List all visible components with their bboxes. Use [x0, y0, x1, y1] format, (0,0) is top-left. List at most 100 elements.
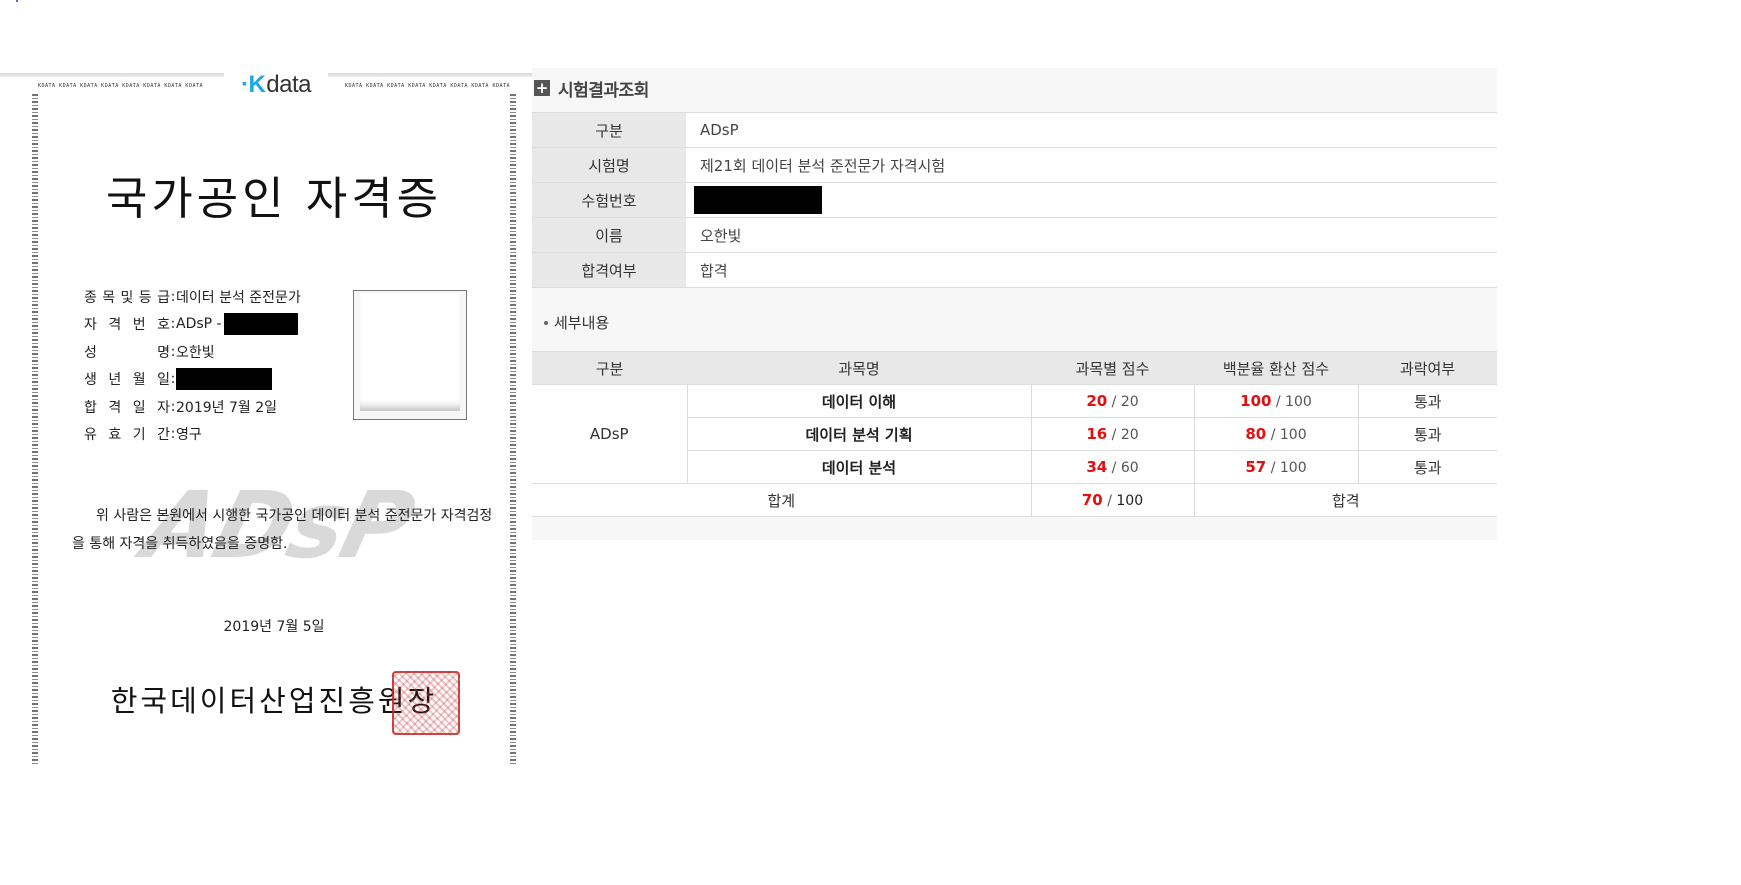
column-header: 과락여부	[1358, 351, 1497, 385]
subject-score: 20 / 20	[1030, 384, 1194, 418]
total-row: 합계 70 / 100 합격	[532, 483, 1497, 517]
score-separator: /	[1102, 493, 1117, 509]
certificate-info: 종 목 및 등 급: 데이터 분석 준전문가 자 격 번 호: ADsP - 성 명: 오한빛 생 년 월 일: 합…	[84, 283, 344, 448]
info-label: 시험명	[532, 147, 686, 183]
category-cell: ADsP	[532, 384, 687, 484]
label-char: 호	[157, 317, 170, 334]
kdata-logo-text: data	[266, 71, 312, 98]
certificate-field-label: 생년월일	[84, 369, 170, 389]
score-separator: /	[1107, 460, 1121, 476]
subject-name: 데이터 이해	[686, 384, 1031, 418]
score-separator: /	[1266, 460, 1280, 476]
pass-status: 통과	[1357, 450, 1497, 484]
label-char: 기	[132, 427, 146, 444]
certificate-field: 종 목 및 등 급: 데이터 분석 준전문가	[84, 283, 344, 311]
score-value: 34	[1086, 458, 1108, 476]
label-char: 목	[102, 289, 116, 306]
table-row: ADsP 데이터 이해 20 / 20 100 / 100 통과	[532, 384, 1497, 484]
percentage-score: 80 / 100	[1193, 417, 1358, 451]
column-header: 구분	[532, 351, 687, 385]
info-label: 구분	[532, 112, 686, 148]
field-value-text: 오한빛	[176, 344, 215, 361]
column-header: 백분율 환산 점수	[1194, 351, 1358, 385]
certificate-field-label: 합격일자	[84, 397, 170, 417]
kdata-logo-icon: ·K	[240, 71, 266, 98]
top-dot	[16, 0, 18, 2]
score-value: 20	[1086, 392, 1108, 410]
percentage-score: 100 / 100	[1193, 384, 1358, 418]
info-row: 수험번호	[532, 182, 1497, 218]
certificate-field-label: 종목및등급	[84, 287, 170, 307]
certificate-field-label: 유효기간	[84, 424, 170, 444]
label-char: 유	[84, 427, 97, 444]
score-separator: /	[1271, 394, 1286, 410]
certificate-field-value: 2019년 7월 2일	[176, 397, 277, 417]
border-strip-right: KDATA KDATA KDATA KDATA KDATA KDATA KDAT…	[345, 83, 510, 89]
percentage-score: 57 / 100	[1193, 450, 1358, 484]
label-char: 자	[157, 399, 170, 416]
score-max: 100	[1116, 493, 1144, 509]
detail-title-text: 세부내용	[554, 314, 610, 332]
score-max: 100	[1279, 460, 1307, 476]
score-value: 80	[1245, 425, 1267, 443]
info-value-text: ADsP	[700, 121, 739, 139]
info-label: 이름	[532, 217, 686, 253]
subject-name: 데이터 분석	[686, 450, 1031, 484]
certificate-field-label: 성명	[84, 342, 170, 362]
label-char: 번	[132, 317, 146, 334]
info-value-text: 오한빛	[700, 226, 742, 245]
score-value: 100	[1240, 392, 1272, 410]
label-char: 효	[108, 427, 122, 444]
info-table: 구분 ADsP 시험명 제21회 데이터 분석 준전문가 자격시험수험번호 이름 오한빛합…	[532, 112, 1497, 288]
column-header: 과목별 점수	[1031, 351, 1194, 385]
results-header: + 시험결과조회	[532, 68, 649, 108]
info-value: 제21회 데이터 분석 준전문가 자격시험	[686, 147, 1497, 183]
photo-redacted	[360, 293, 460, 411]
label-char: 종	[84, 289, 97, 306]
certificate-field-value	[176, 368, 272, 391]
info-value-text: 제21회 데이터 분석 준전문가 자격시험	[700, 156, 946, 175]
label-char: 일	[157, 372, 170, 389]
score-max: 100	[1285, 394, 1312, 410]
label-char: 및	[120, 289, 134, 306]
score-max: 20	[1120, 427, 1139, 443]
score-max: 20	[1120, 394, 1139, 410]
label-char: 급	[157, 289, 170, 306]
certificate-field-value: 영구	[176, 424, 202, 444]
official-seal	[392, 671, 460, 735]
field-value-text: 영구	[176, 427, 202, 444]
redacted-box	[176, 368, 272, 391]
plus-icon: +	[534, 79, 550, 97]
redacted-box	[223, 313, 298, 336]
info-value: 오한빛	[686, 217, 1497, 253]
certificate-title: 국가공인 자격증	[105, 172, 443, 225]
certificate-field: 유 효 기 간: 영구	[84, 421, 344, 449]
total-score: 70 / 100	[1030, 483, 1194, 517]
field-value-text: 데이터 분석 준전문가	[176, 289, 301, 306]
subject-score: 16 / 20	[1030, 417, 1194, 451]
label-char: 간	[157, 427, 170, 444]
certificate-issue-date: 2019년 7월 5일	[223, 619, 325, 635]
label-char: 격	[108, 399, 122, 416]
info-value	[686, 182, 1497, 218]
info-row: 이름 오한빛	[532, 217, 1497, 253]
score-separator: /	[1266, 427, 1280, 443]
detail-section-title: 세부내용	[544, 312, 609, 333]
label-char: 등	[138, 289, 152, 306]
subject-name: 데이터 분석 기획	[686, 417, 1031, 451]
pass-status: 통과	[1357, 417, 1497, 451]
total-label: 합계	[532, 483, 1031, 517]
detail-table: 구분 과목명 과목별 점수 백분율 환산 점수 과락여부 ADsP 데이터 이해 20 / …	[532, 351, 1497, 517]
score-value: 70	[1081, 491, 1103, 509]
info-row: 구분 ADsP	[532, 112, 1497, 148]
certificate-field-label: 자격번호	[84, 314, 170, 334]
info-label: 수험번호	[532, 182, 686, 218]
subject-score: 34 / 60	[1030, 450, 1194, 484]
total-result: 합격	[1193, 483, 1497, 517]
certificate-field-value: 데이터 분석 준전문가	[176, 287, 301, 307]
results-title: 시험결과조회	[558, 80, 649, 101]
info-label: 합격여부	[532, 252, 686, 288]
field-value-text: 2019년 7월 2일	[176, 399, 277, 416]
certificate-field: 생년월일:	[84, 366, 344, 394]
score-max: 100	[1279, 427, 1307, 443]
